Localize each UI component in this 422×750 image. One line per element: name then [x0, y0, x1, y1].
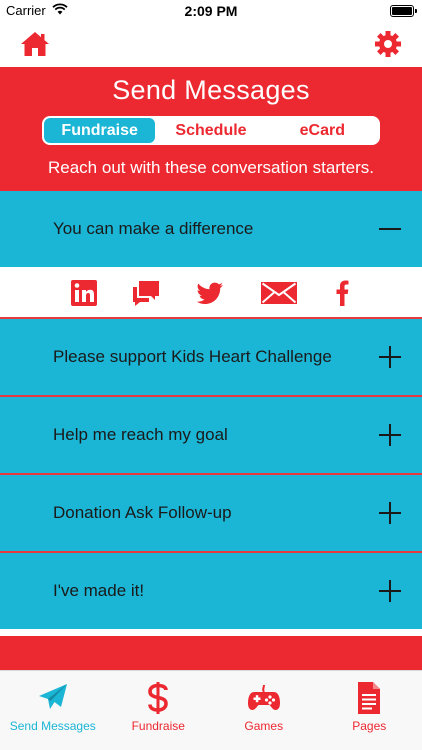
page-subtitle: Reach out with these conversation starte…: [48, 158, 374, 177]
paper-plane-icon: [38, 684, 67, 709]
plus-icon[interactable]: [378, 579, 402, 603]
email-icon[interactable]: [260, 278, 298, 308]
nav-bar: [0, 22, 422, 67]
tab-label: Send Messages: [9, 719, 96, 733]
linkedin-icon[interactable]: [69, 278, 99, 308]
tab-bar: Send Messages Fundraise Games Pages: [0, 670, 422, 750]
tab-schedule[interactable]: Schedule: [155, 118, 266, 143]
gear-icon[interactable]: [374, 30, 402, 58]
list-item-label: Donation Ask Follow-up: [53, 503, 232, 522]
message-list: You can make a difference Please support…: [0, 191, 422, 629]
gamepad-icon: [247, 684, 280, 710]
tab-label: Games: [244, 719, 284, 733]
list-item-label: I've made it!: [53, 581, 145, 600]
list-item-label: Please support Kids Heart Challenge: [53, 347, 332, 366]
battery-icon: [390, 5, 414, 17]
list-item-label: Help me reach my goal: [53, 425, 228, 444]
tab-ecard[interactable]: eCard: [267, 118, 378, 143]
home-icon[interactable]: [20, 30, 50, 58]
facebook-icon[interactable]: [334, 278, 354, 308]
list-item[interactable]: Help me reach my goal: [0, 397, 422, 475]
minus-icon[interactable]: [378, 217, 402, 241]
dollar-icon: [148, 682, 169, 714]
tab-pages[interactable]: Pages: [317, 671, 422, 750]
page-title: Send Messages: [112, 75, 310, 105]
status-bar: Carrier 2:09 PM: [0, 0, 422, 22]
tab-label: Pages: [352, 719, 387, 733]
sms-icon[interactable]: [131, 278, 161, 308]
tab-send-messages[interactable]: Send Messages: [0, 671, 106, 750]
battery-tip: [415, 9, 417, 13]
document-icon: [358, 682, 381, 714]
tab-fundraise-nav[interactable]: Fundraise: [106, 671, 212, 750]
segmented-control: Fundraise Schedule eCard: [42, 116, 380, 145]
header-panel: Send Messages Fundraise Schedule eCard R…: [0, 67, 422, 191]
list-item[interactable]: You can make a difference: [0, 191, 422, 267]
tab-label: Fundraise: [131, 719, 185, 733]
tab-games[interactable]: Games: [211, 671, 317, 750]
list-item[interactable]: Donation Ask Follow-up: [0, 475, 422, 553]
list-item-label: You can make a difference: [53, 219, 254, 238]
list-item[interactable]: Please support Kids Heart Challenge: [0, 319, 422, 397]
list-item[interactable]: I've made it!: [0, 553, 422, 629]
twitter-icon[interactable]: [195, 278, 225, 308]
plus-icon[interactable]: [378, 501, 402, 525]
plus-icon[interactable]: [378, 345, 402, 369]
tab-fundraise[interactable]: Fundraise: [44, 118, 156, 143]
clock: 2:09 PM: [184, 3, 238, 19]
share-options: [0, 267, 422, 319]
plus-icon[interactable]: [378, 423, 402, 447]
footer-band: [0, 636, 422, 670]
